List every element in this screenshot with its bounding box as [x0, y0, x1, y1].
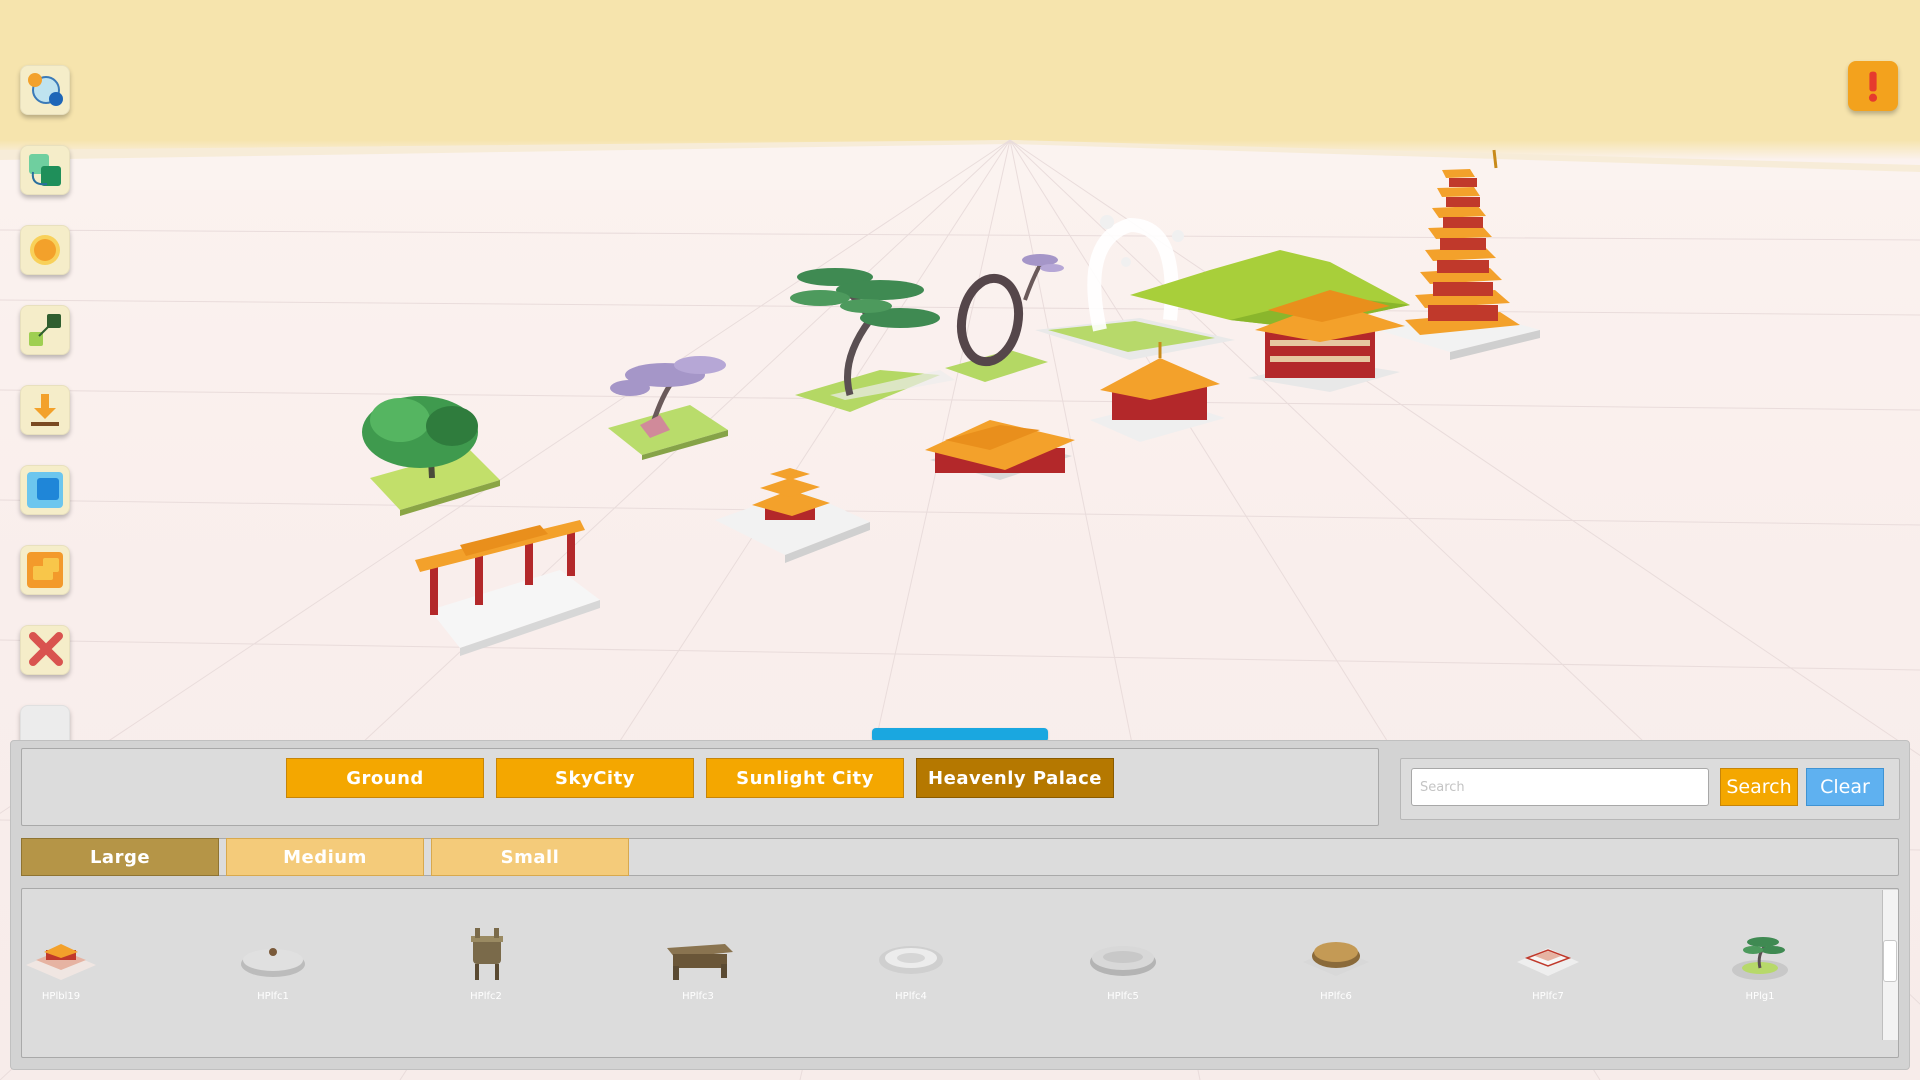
bonsai-pine-icon: [1732, 937, 1788, 980]
asset-item[interactable]: HPlfc5: [1068, 920, 1178, 1010]
terrace-icon: [1517, 948, 1579, 976]
round-plinth-icon: [1090, 946, 1156, 976]
asset-item[interactable]: HPlfc3: [643, 920, 753, 1010]
bronze-ding-icon: [471, 928, 503, 980]
asset-item[interactable]: HPlg1: [1705, 920, 1815, 1010]
size-medium-button[interactable]: Medium: [226, 838, 424, 876]
scene-small-pagoda[interactable]: [715, 468, 870, 563]
clear-button[interactable]: Clear: [1806, 768, 1884, 806]
blank-tool-icon: [25, 703, 65, 743]
delete-button[interactable]: [20, 625, 70, 675]
blue-block-icon: [27, 472, 63, 508]
sun-button[interactable]: [20, 225, 70, 275]
alert-button[interactable]: [1848, 61, 1898, 111]
asset-scrollbar-thumb[interactable]: [1883, 940, 1897, 982]
category-ground-button[interactable]: Ground: [286, 758, 484, 798]
asset-item[interactable]: HPlbl19: [6, 920, 116, 1010]
orbit-camera-icon: [28, 73, 63, 106]
bronze-trough-icon: [667, 944, 733, 980]
asset-item[interactable]: HPlfc2: [431, 920, 541, 1010]
download-icon: [31, 394, 59, 426]
asset-label: HPlfc4: [895, 991, 927, 1002]
sun-icon: [30, 235, 60, 265]
asset-item[interactable]: HPlfc6: [1281, 920, 1391, 1010]
orange-block-icon: [27, 552, 63, 588]
asset-label: HPlfc5: [1107, 991, 1139, 1002]
category-bar: [21, 748, 1379, 826]
move-camera-icon: [29, 154, 61, 186]
orbit-camera-button[interactable]: [20, 65, 70, 115]
category-heavenly-palace-button[interactable]: Heavenly Palace: [916, 758, 1114, 798]
scale-icon: [29, 314, 61, 346]
delete-icon: [29, 632, 63, 666]
asset-label: HPlfc2: [470, 991, 502, 1002]
size-large-button[interactable]: Large: [21, 838, 219, 876]
exclamation-icon: [1868, 71, 1878, 102]
stepped-platform-icon: [26, 944, 96, 980]
scene-paifang-gate[interactable]: [415, 520, 600, 656]
size-small-button[interactable]: Small: [431, 838, 629, 876]
orange-block-button[interactable]: [20, 545, 70, 595]
asset-item[interactable]: HPlfc7: [1493, 920, 1603, 1010]
asset-item[interactable]: HPlfc4: [856, 920, 966, 1010]
asset-label: HPlfc3: [682, 991, 714, 1002]
round-dish-icon: [879, 946, 943, 974]
search-input[interactable]: [1411, 768, 1709, 806]
download-button[interactable]: [20, 385, 70, 435]
scene-medium-hall[interactable]: [1090, 342, 1225, 442]
scene-green-tree[interactable]: [362, 396, 500, 516]
asset-label: HPlfc6: [1320, 991, 1352, 1002]
asset-item[interactable]: HPlfc1: [218, 920, 328, 1010]
search-button[interactable]: Search: [1720, 768, 1798, 806]
move-camera-button[interactable]: [20, 145, 70, 195]
asset-label: HPlg1: [1745, 991, 1775, 1002]
asset-label: HPlfc7: [1532, 991, 1564, 1002]
round-base-icon: [241, 948, 305, 977]
scene-palace-hall[interactable]: [925, 420, 1075, 480]
scale-button[interactable]: [20, 305, 70, 355]
blue-block-button[interactable]: [20, 465, 70, 515]
asset-label: HPlbl19: [41, 991, 81, 1002]
blank-tool-button[interactable]: [20, 705, 70, 741]
bronze-drum-icon: [1303, 942, 1369, 976]
category-skycity-button[interactable]: SkyCity: [496, 758, 694, 798]
asset-label: HPlfc1: [257, 991, 289, 1002]
scene-purple-bonsai[interactable]: [608, 356, 728, 460]
scene-pine-bonsai[interactable]: [790, 268, 955, 412]
category-sunlight-city-button[interactable]: Sunlight City: [706, 758, 904, 798]
